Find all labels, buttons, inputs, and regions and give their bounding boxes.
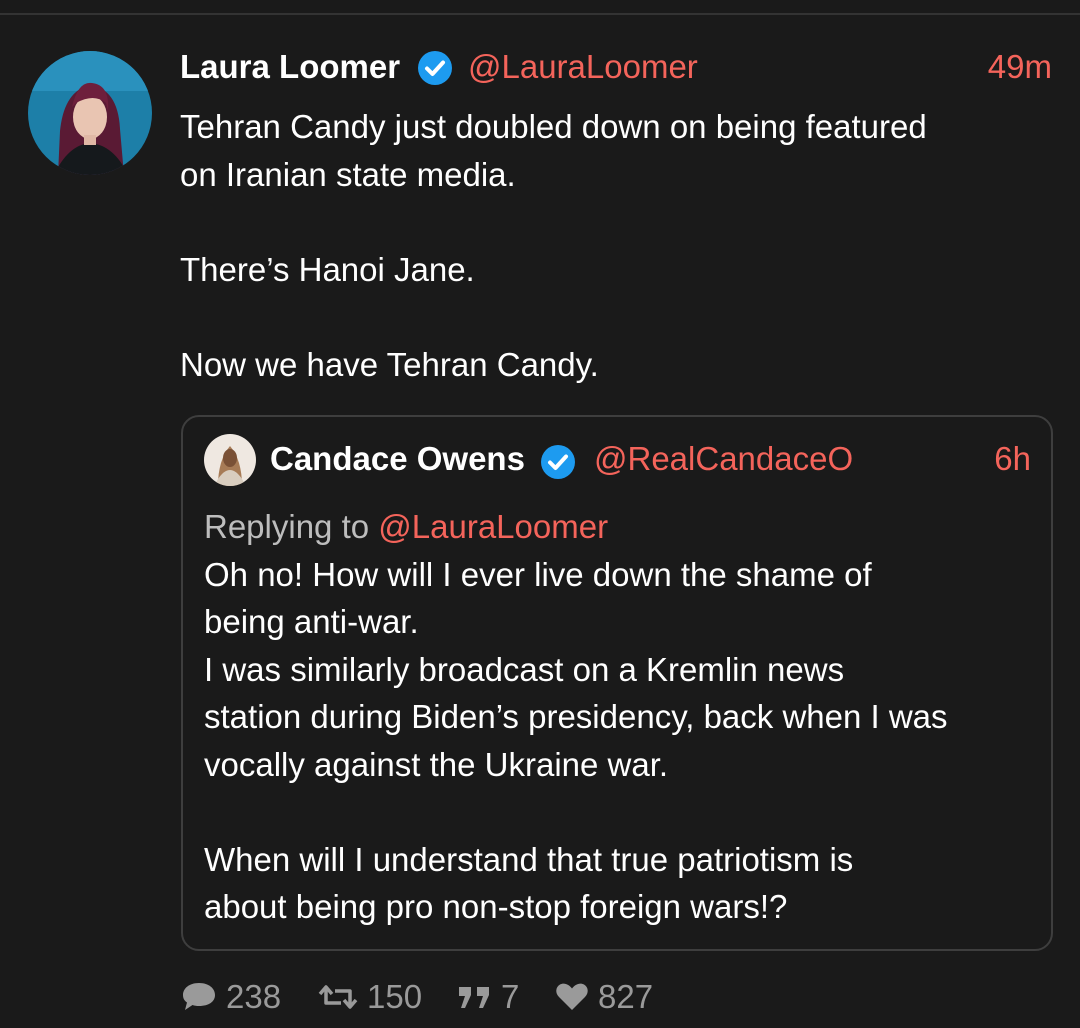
quoted-tweet-card[interactable]: Candace Owens @RealCandaceO 6h Replying …: [181, 415, 1053, 951]
author-avatar-image: [28, 51, 152, 175]
tweet-text-line: There’s Hanoi Jane.: [180, 250, 475, 288]
quoted-author-handle[interactable]: @RealCandaceO: [594, 440, 853, 478]
quoted-author-display-name[interactable]: Candace Owens: [270, 440, 525, 478]
top-divider: [0, 13, 1080, 15]
quoted-text-line: I was similarly broadcast on a Kremlin n…: [204, 650, 845, 688]
quoted-text-line: Oh no! How will I ever live down the sha…: [204, 555, 872, 593]
retweet-count: 150: [367, 978, 423, 1015]
speech-bubble-icon: [183, 983, 215, 1010]
verified-badge-icon: [418, 51, 452, 85]
tweet-timestamp[interactable]: 49m: [988, 48, 1052, 86]
like-count: 827: [598, 978, 654, 1015]
tweet-text-line: Tehran Candy just doubled down on being …: [180, 108, 927, 145]
replying-to-line: Replying to @LauraLoomer: [204, 503, 1034, 551]
quoted-author-avatar[interactable]: [204, 434, 256, 486]
heart-icon: [556, 983, 588, 1010]
quote-count: 7: [501, 978, 520, 1015]
tweet-header: Laura Loomer @LauraLoomer 49m: [180, 44, 1052, 90]
quoted-tweet-timestamp[interactable]: 6h: [994, 440, 1031, 478]
quoted-text-line: When will I understand that true patriot…: [204, 840, 854, 878]
like-button[interactable]: 827: [554, 975, 653, 1019]
quoted-text-line: being anti-war.: [204, 603, 419, 640]
verified-badge-icon: [541, 445, 575, 479]
quoted-text-line: about being pro non-stop foreign wars!?: [204, 888, 788, 925]
quote-button[interactable]: 7: [457, 975, 519, 1019]
retweet-button[interactable]: 150: [317, 975, 422, 1019]
replying-to-handle[interactable]: @LauraLoomer: [378, 508, 608, 545]
author-display-name[interactable]: Laura Loomer: [180, 48, 400, 86]
tweet-body: Tehran Candy just doubled down on being …: [180, 103, 1050, 388]
quote-icon: [459, 987, 489, 1008]
reply-button[interactable]: 238: [180, 975, 281, 1019]
replying-to-label: Replying to: [204, 508, 370, 545]
tweet-text-line: on Iranian state media.: [180, 155, 516, 193]
tweet-text-line: Now we have Tehran Candy.: [180, 345, 599, 383]
reply-count: 238: [226, 978, 282, 1015]
author-handle[interactable]: @LauraLoomer: [468, 48, 698, 86]
quoted-text-line: vocally against the Ukraine war.: [204, 745, 669, 783]
quoted-author-avatar-image: [204, 434, 256, 486]
quoted-tweet-body: Replying to @LauraLoomer Oh no! How will…: [204, 503, 1034, 931]
tweet-actions-bar: 238 150 7 827: [180, 975, 780, 1019]
author-avatar[interactable]: [28, 51, 152, 175]
retweet-icon: [318, 985, 358, 1009]
quoted-text-line: station during Biden’s presidency, back …: [204, 698, 948, 735]
